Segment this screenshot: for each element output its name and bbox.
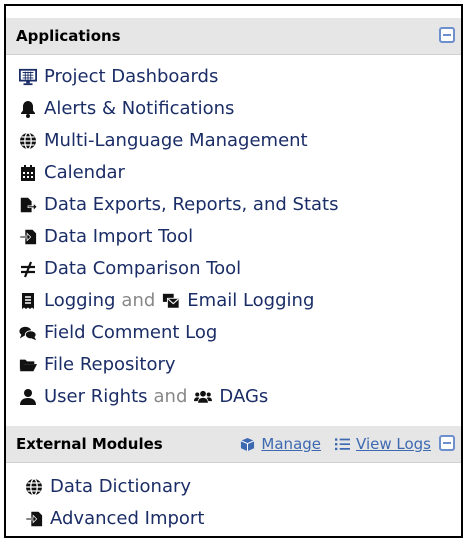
view-logs-label: View Logs [356,435,431,453]
file-export-icon [18,196,38,214]
comments-icon [18,324,38,342]
data-exports-link[interactable]: Data Exports, Reports, and Stats [18,194,338,215]
file-import-icon [18,228,38,246]
calendar-link[interactable]: Calendar [18,162,125,183]
user-rights-row: User Rights and DAGs [18,386,268,407]
user-rights-connector: and [153,386,188,407]
data-exports-label: Data Exports, Reports, and Stats [44,194,339,215]
not-equal-icon [18,260,38,278]
external-modules-links: Manage View Logs [240,435,431,453]
list-icon [335,438,351,451]
data-import-label: Data Import Tool [44,226,194,247]
receipt-icon [18,292,38,310]
calendar-icon [18,164,38,182]
user-rights-link[interactable]: User Rights [44,386,148,407]
applications-title: Applications [16,27,121,45]
field-comment-log-label: Field Comment Log [44,322,218,343]
logging-link[interactable]: Logging [44,290,115,311]
data-comparison-link[interactable]: Data Comparison Tool [18,258,241,279]
calendar-label: Calendar [44,162,125,183]
applications-header: Applications [6,18,461,55]
data-dictionary-label: Data Dictionary [50,476,192,497]
email-logging-link[interactable]: Email Logging [187,290,314,311]
alerts-notifications-label: Alerts & Notifications [44,98,235,119]
project-dashboards-link[interactable]: Project Dashboards [18,66,218,87]
field-comment-log-link[interactable]: Field Comment Log [18,322,217,343]
external-modules-title: External Modules [16,435,163,453]
collapse-external-modules-button[interactable] [439,435,455,451]
monitor-icon [18,68,38,86]
cube-icon [241,437,255,451]
logging-connector: and [121,290,156,311]
project-dashboards-label: Project Dashboards [44,66,219,87]
manage-link[interactable]: Manage [240,435,321,453]
view-logs-link[interactable]: View Logs [335,435,431,453]
multi-language-label: Multi-Language Management [44,130,308,151]
bell-icon [18,100,38,118]
data-comparison-label: Data Comparison Tool [44,258,242,279]
mail-bulk-icon [161,292,181,310]
applications-panel: Applications Project Dashboards Alerts &… [4,4,463,538]
advanced-import-label: Advanced Import [50,508,205,529]
user-icon [18,388,38,406]
file-import-icon [24,510,44,528]
multi-language-link[interactable]: Multi-Language Management [18,130,308,151]
file-repository-label: File Repository [44,354,176,375]
advanced-import-link[interactable]: Advanced Import [24,508,204,529]
globe-icon [18,131,38,150]
globe-icon [24,477,44,496]
alerts-notifications-link[interactable]: Alerts & Notifications [18,98,234,119]
manage-label: Manage [261,435,322,453]
folder-open-icon [18,356,38,374]
collapse-applications-button[interactable] [439,27,455,43]
dags-link[interactable]: DAGs [219,386,268,407]
data-dictionary-link[interactable]: Data Dictionary [24,476,191,497]
logging-row: Logging and Email Logging [18,290,314,311]
data-import-link[interactable]: Data Import Tool [18,226,193,247]
users-icon [193,388,213,406]
external-modules-header: External Modules Manage View Logs [6,426,461,463]
file-repository-link[interactable]: File Repository [18,354,176,375]
